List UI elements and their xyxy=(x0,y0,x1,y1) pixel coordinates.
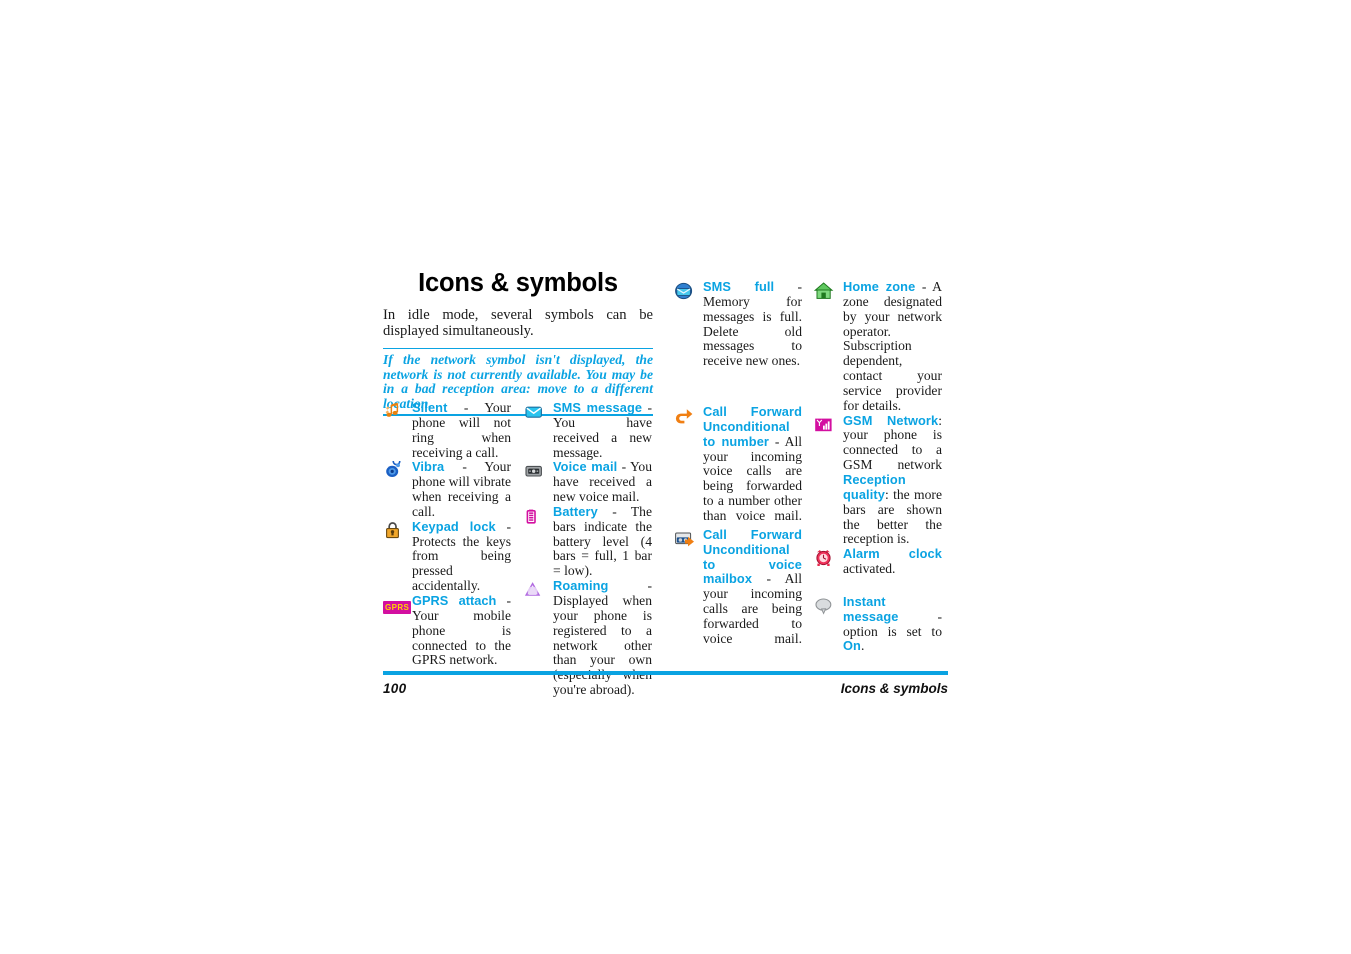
icon-entry-call-forward-number: Call Forward Unconditional to number - A… xyxy=(674,404,802,524)
icon-entry-text: Voice mail - You have received a new voi… xyxy=(553,459,652,505)
icon-column-4: Home zone - A zone designated by your ne… xyxy=(814,279,942,654)
call-forward-voicemail-icon xyxy=(674,529,697,548)
icon-entry-text: SMS full - Memory for messages is full. … xyxy=(703,279,802,369)
icon-entry-text: Silent - Your phone will not ring when r… xyxy=(412,400,511,460)
icon-entry-sms-message: SMS message - You have received a new me… xyxy=(524,400,652,460)
keypad-lock-padlock-icon xyxy=(383,521,406,540)
column-spacer xyxy=(674,369,802,387)
icon-entry-text: Reception quality: the more bars are sho… xyxy=(843,472,942,547)
icon-entry-voice-mail: Voice mail - You have received a new voi… xyxy=(524,459,652,505)
sms-full-envelope-icon xyxy=(674,281,697,300)
home-zone-house-icon xyxy=(814,281,837,300)
description-text: activated. xyxy=(843,561,896,577)
term-label: Keypad lock xyxy=(412,518,496,534)
term-label: GSM Network xyxy=(843,412,939,428)
roaming-triangle-icon xyxy=(524,580,547,599)
term-label: Home zone xyxy=(843,279,916,294)
alarm-clock-icon xyxy=(814,548,837,567)
icon-entry-text: GPRS attach - Your mobile phone is conne… xyxy=(412,592,511,668)
icon-entry-text: Alarm clock activated. xyxy=(843,546,942,577)
term-label: GPRS attach xyxy=(412,592,497,608)
icon-entry-reception-quality: Reception quality: the more bars are sho… xyxy=(814,472,942,547)
description-tail-text: . xyxy=(860,638,865,654)
call-forward-arrow-icon xyxy=(674,406,697,425)
footer-row: 100 Icons & symbols xyxy=(383,681,948,696)
icon-entry-silent: Silent - Your phone will not ring when r… xyxy=(383,400,511,460)
icon-entry-call-forward-voicemail: Call Forward Unconditional to voice mail… xyxy=(674,527,802,647)
icon-entry-alarm-clock: Alarm clock activated. xyxy=(814,546,942,577)
term-label: Voice mail xyxy=(553,459,618,475)
column-spacer xyxy=(674,387,802,405)
icon-entry-gprs-attach: GPRS GPRS attach - Your mobile phone is … xyxy=(383,592,511,668)
page-footer: 100 Icons & symbols xyxy=(383,671,948,696)
description-text: - A zone designated by your network oper… xyxy=(843,279,942,413)
term-label: Vibra xyxy=(412,459,445,475)
column-spacer xyxy=(814,577,942,595)
icon-entry-text: Instant message - option is set to On. xyxy=(843,593,942,654)
reception-quality-no-icon xyxy=(814,474,837,493)
icon-entry-instant-message: Instant message - option is set to On. xyxy=(814,593,942,654)
voice-mail-cassette-icon xyxy=(524,461,547,480)
footer-section-title: Icons & symbols xyxy=(840,681,948,696)
icon-entry-home-zone: Home zone - A zone designated by your ne… xyxy=(814,279,942,414)
icon-columns: Silent - Your phone will not ring when r… xyxy=(383,268,948,697)
icon-column-3: SMS full - Memory for messages is full. … xyxy=(674,279,802,647)
on-value-label: On xyxy=(843,638,861,654)
gsm-network-signal-icon xyxy=(814,415,837,434)
sms-message-envelope-icon xyxy=(524,402,547,421)
icon-entry-sms-full: SMS full - Memory for messages is full. … xyxy=(674,279,802,369)
icon-entry-text: Call Forward Unconditional to voice mail… xyxy=(703,527,802,647)
icon-column-1: Silent - Your phone will not ring when r… xyxy=(383,400,511,668)
silent-note-icon xyxy=(383,402,406,421)
gprs-badge-label: GPRS xyxy=(383,600,412,614)
icon-entry-text: Keypad lock - Protects the keys from bei… xyxy=(412,518,511,594)
term-label: Alarm clock xyxy=(843,546,942,562)
icon-entry-vibra: Vibra - Your phone will vibrate when rec… xyxy=(383,459,511,519)
footer-rule xyxy=(383,671,948,675)
term-label: Silent xyxy=(412,400,448,415)
icon-entry-text: Battery - The bars indicate the battery … xyxy=(553,503,652,579)
instant-message-bubble-icon xyxy=(814,596,837,615)
manual-page: Icons & symbols In idle mode, several sy… xyxy=(383,268,948,708)
vibra-icon xyxy=(383,461,406,480)
icon-entry-text: Home zone - A zone designated by your ne… xyxy=(843,279,942,414)
term-label: SMS message xyxy=(553,400,643,415)
icon-entry-text: Call Forward Unconditional to number - A… xyxy=(703,404,802,524)
icon-entry-battery: Battery - The bars indicate the battery … xyxy=(524,503,652,579)
gprs-attach-badge-icon: GPRS xyxy=(383,597,412,616)
icon-column-2: SMS message - You have received a new me… xyxy=(524,400,652,698)
term-label: Instant message xyxy=(843,593,899,624)
icon-entry-text: Vibra - Your phone will vibrate when rec… xyxy=(412,459,511,519)
icon-entry-text: SMS message - You have received a new me… xyxy=(553,400,652,460)
term-label: SMS full xyxy=(703,279,775,294)
icon-entry-keypad-lock: Keypad lock - Protects the keys from bei… xyxy=(383,518,511,594)
footer-page-number: 100 xyxy=(383,681,407,696)
battery-icon xyxy=(524,506,547,525)
term-label: Battery xyxy=(553,503,598,519)
icon-entry-text: GSM Network: your phone is connected to … xyxy=(843,412,942,473)
icon-entry-gsm-network: GSM Network: your phone is connected to … xyxy=(814,412,942,473)
term-label: Roaming xyxy=(553,578,609,594)
